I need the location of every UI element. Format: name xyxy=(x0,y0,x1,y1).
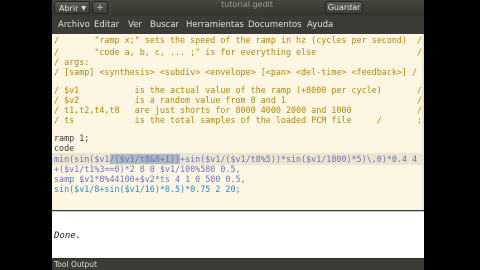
menu-ver[interactable]: Ver xyxy=(128,19,142,31)
code-line: sin($v1/8+sin($v1/16)*0.5)*0.75 2 20; xyxy=(54,184,241,194)
left-black-border xyxy=(0,0,52,270)
menu-buscar[interactable]: Buscar xyxy=(150,19,179,31)
open-button[interactable]: Abrir ▼ xyxy=(54,1,90,14)
editor-right-edge xyxy=(422,34,424,210)
new-document-button[interactable]: + xyxy=(92,1,108,14)
new-document-icon: + xyxy=(96,3,104,13)
tool-output-pane: Done. xyxy=(52,211,424,259)
open-button-label: Abrir xyxy=(59,4,79,13)
output-status-text: Done. xyxy=(54,231,82,241)
menu-editar[interactable]: Editar xyxy=(94,19,119,31)
menu-ayuda[interactable]: Ayuda xyxy=(307,19,333,31)
menu-herramientas[interactable]: Herramientas xyxy=(186,19,244,31)
menu-archivo[interactable]: Archivo xyxy=(58,19,90,31)
menu-bar: Archivo Editar Ver Buscar Herramientas D… xyxy=(52,16,424,35)
code-editor[interactable]: / "ramp x;" sets the speed of the ramp i… xyxy=(52,34,424,210)
menu-documentos[interactable]: Documentos xyxy=(248,19,302,31)
gedit-window: Abrir ▼ + tutorial.gedit Guardar Archivo… xyxy=(52,0,424,270)
chevron-down-icon: ▼ xyxy=(81,5,86,12)
save-button[interactable]: Guardar xyxy=(325,1,363,14)
code-line: / "ramp x;" sets the speed of the ramp i… xyxy=(54,35,423,45)
title-bar: Abrir ▼ + tutorial.gedit Guardar xyxy=(52,0,424,16)
window-title: tutorial.gedit xyxy=(221,0,273,9)
code-line: / [samp] <synthesis> <subdiv> <envelope>… xyxy=(54,67,418,77)
bottom-panel-tabs: Tool Output xyxy=(52,258,424,270)
tab-tool-output[interactable]: Tool Output xyxy=(54,260,97,270)
code-line: / ts is the total samples of the loaded … xyxy=(54,115,423,125)
right-black-border xyxy=(424,0,480,270)
